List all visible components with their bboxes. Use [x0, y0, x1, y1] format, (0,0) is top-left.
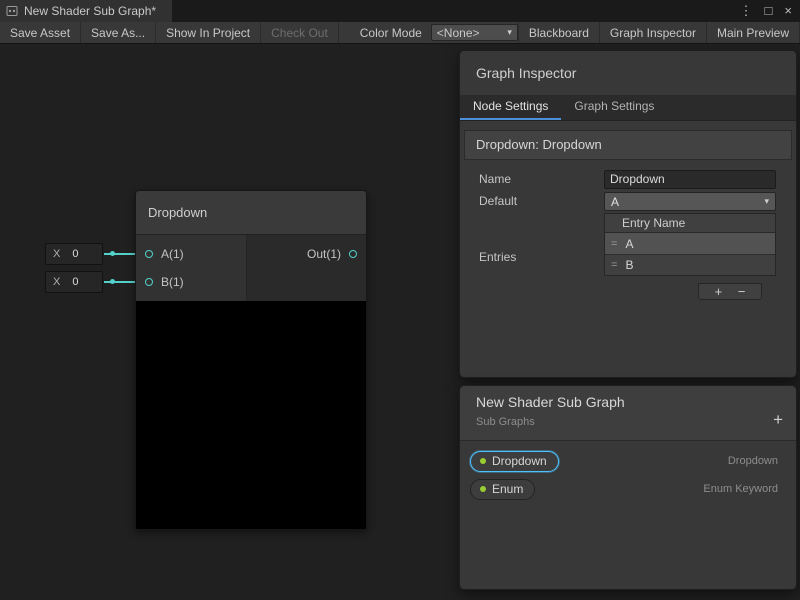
chevron-down-icon: ▾: [764, 196, 769, 207]
node-body: A(1) B(1) Out(1): [136, 235, 366, 301]
dropdown-node[interactable]: Dropdown A(1) B(1) Out(1): [135, 190, 367, 530]
input-value-widget-b[interactable]: X 0: [45, 271, 103, 293]
remove-entry-button[interactable]: −: [738, 285, 746, 299]
toolbar: Save Asset Save As... Show In Project Ch…: [0, 22, 800, 44]
name-input[interactable]: Dropdown: [604, 170, 776, 189]
tab-node-settings[interactable]: Node Settings: [460, 95, 561, 120]
entry-name: B: [625, 258, 633, 272]
blackboard-panel: New Shader Sub Graph Sub Graphs + Dropdo…: [459, 385, 797, 590]
entry-row-a[interactable]: = A: [605, 233, 775, 254]
input-port-a[interactable]: A(1): [136, 240, 246, 268]
entries-list-footer: + −: [698, 283, 762, 300]
kebab-menu-icon[interactable]: ⋮: [740, 0, 753, 22]
toolbar-right-group: Blackboard Graph Inspector Main Preview: [518, 22, 800, 43]
maximize-icon[interactable]: □: [765, 0, 773, 22]
axis-label: X: [53, 276, 60, 288]
exposed-dot-icon: [480, 458, 486, 464]
port-a-label: A(1): [161, 247, 184, 261]
input-value-widget-a[interactable]: X 0: [45, 243, 103, 265]
blackboard-title: New Shader Sub Graph: [476, 391, 625, 413]
color-mode-dropdown[interactable]: <None> ▾: [431, 24, 518, 41]
save-as-button[interactable]: Save As...: [81, 22, 156, 43]
node-settings-section-header: Dropdown: Dropdown: [464, 130, 792, 160]
inspector-tab-strip: Node Settings Graph Settings: [460, 95, 796, 121]
node-input-column: A(1) B(1): [136, 235, 246, 301]
tab-title: New Shader Sub Graph*: [24, 4, 156, 18]
exposed-dot-icon: [480, 486, 486, 492]
node-title: Dropdown: [148, 205, 207, 220]
input-port-b[interactable]: B(1): [136, 268, 246, 296]
entries-list-header: Entry Name: [605, 214, 775, 233]
drag-handle-icon[interactable]: =: [611, 259, 617, 271]
property-type: Enum Keyword: [703, 477, 778, 501]
add-property-button[interactable]: +: [773, 410, 783, 430]
blackboard-item-enum: Enum Enum Keyword: [470, 477, 786, 501]
main-preview-toggle-button[interactable]: Main Preview: [707, 22, 800, 43]
port-b-label: B(1): [161, 275, 184, 289]
axis-label: X: [53, 248, 60, 260]
port-out-icon[interactable]: [349, 250, 357, 258]
node-header[interactable]: Dropdown: [136, 191, 366, 235]
window-controls: ⋮ □ ×: [740, 0, 796, 22]
blackboard-subtitle: Sub Graphs: [476, 416, 535, 428]
chevron-down-icon: ▾: [507, 27, 512, 38]
save-asset-button[interactable]: Save Asset: [0, 22, 81, 43]
graph-inspector-toggle-button[interactable]: Graph Inspector: [600, 22, 707, 43]
entry-row-b[interactable]: = B: [605, 254, 775, 275]
property-name: Dropdown: [492, 454, 547, 468]
color-mode-label: Color Mode: [351, 22, 431, 43]
default-dropdown-value: A: [611, 195, 619, 209]
shader-graph-icon: [6, 5, 18, 17]
port-out-label: Out(1): [307, 247, 341, 261]
entries-list: Entry Name = A = B: [604, 213, 776, 276]
property-type: Dropdown: [728, 449, 778, 473]
node-preview: [136, 301, 366, 530]
shader-graph-window: New Shader Sub Graph* ⋮ □ × Save Asset S…: [0, 0, 800, 600]
node-output-column: Out(1): [246, 235, 366, 301]
add-entry-button[interactable]: +: [715, 285, 723, 299]
tab-graph-settings[interactable]: Graph Settings: [561, 95, 667, 120]
port-a-icon[interactable]: [145, 250, 153, 258]
value-field[interactable]: 0: [72, 248, 78, 260]
graph-inspector-panel: Graph Inspector Node Settings Graph Sett…: [459, 50, 797, 378]
output-port-out[interactable]: Out(1): [247, 240, 366, 268]
titlebar: New Shader Sub Graph* ⋮ □ ×: [0, 0, 800, 22]
document-tab[interactable]: New Shader Sub Graph*: [0, 0, 172, 22]
default-dropdown[interactable]: A ▾: [604, 192, 776, 211]
blackboard-toggle-button[interactable]: Blackboard: [519, 22, 600, 43]
name-label: Name: [479, 169, 511, 189]
entry-name: A: [625, 237, 633, 251]
default-label: Default: [479, 191, 517, 211]
inspector-title: Graph Inspector: [476, 51, 576, 95]
value-field[interactable]: 0: [72, 276, 78, 288]
show-in-project-button[interactable]: Show In Project: [156, 22, 261, 43]
port-b-icon[interactable]: [145, 278, 153, 286]
close-icon[interactable]: ×: [784, 0, 792, 22]
property-pill-enum[interactable]: Enum: [470, 479, 535, 500]
check-out-button[interactable]: Check Out: [261, 22, 339, 43]
color-mode-value: <None>: [437, 26, 480, 40]
entries-label: Entries: [479, 247, 516, 267]
toolbar-spacer: [339, 22, 351, 43]
drag-handle-icon[interactable]: =: [611, 238, 617, 250]
blackboard-item-dropdown: Dropdown Dropdown: [470, 449, 786, 473]
property-pill-dropdown[interactable]: Dropdown: [470, 451, 559, 472]
property-name: Enum: [492, 482, 523, 496]
